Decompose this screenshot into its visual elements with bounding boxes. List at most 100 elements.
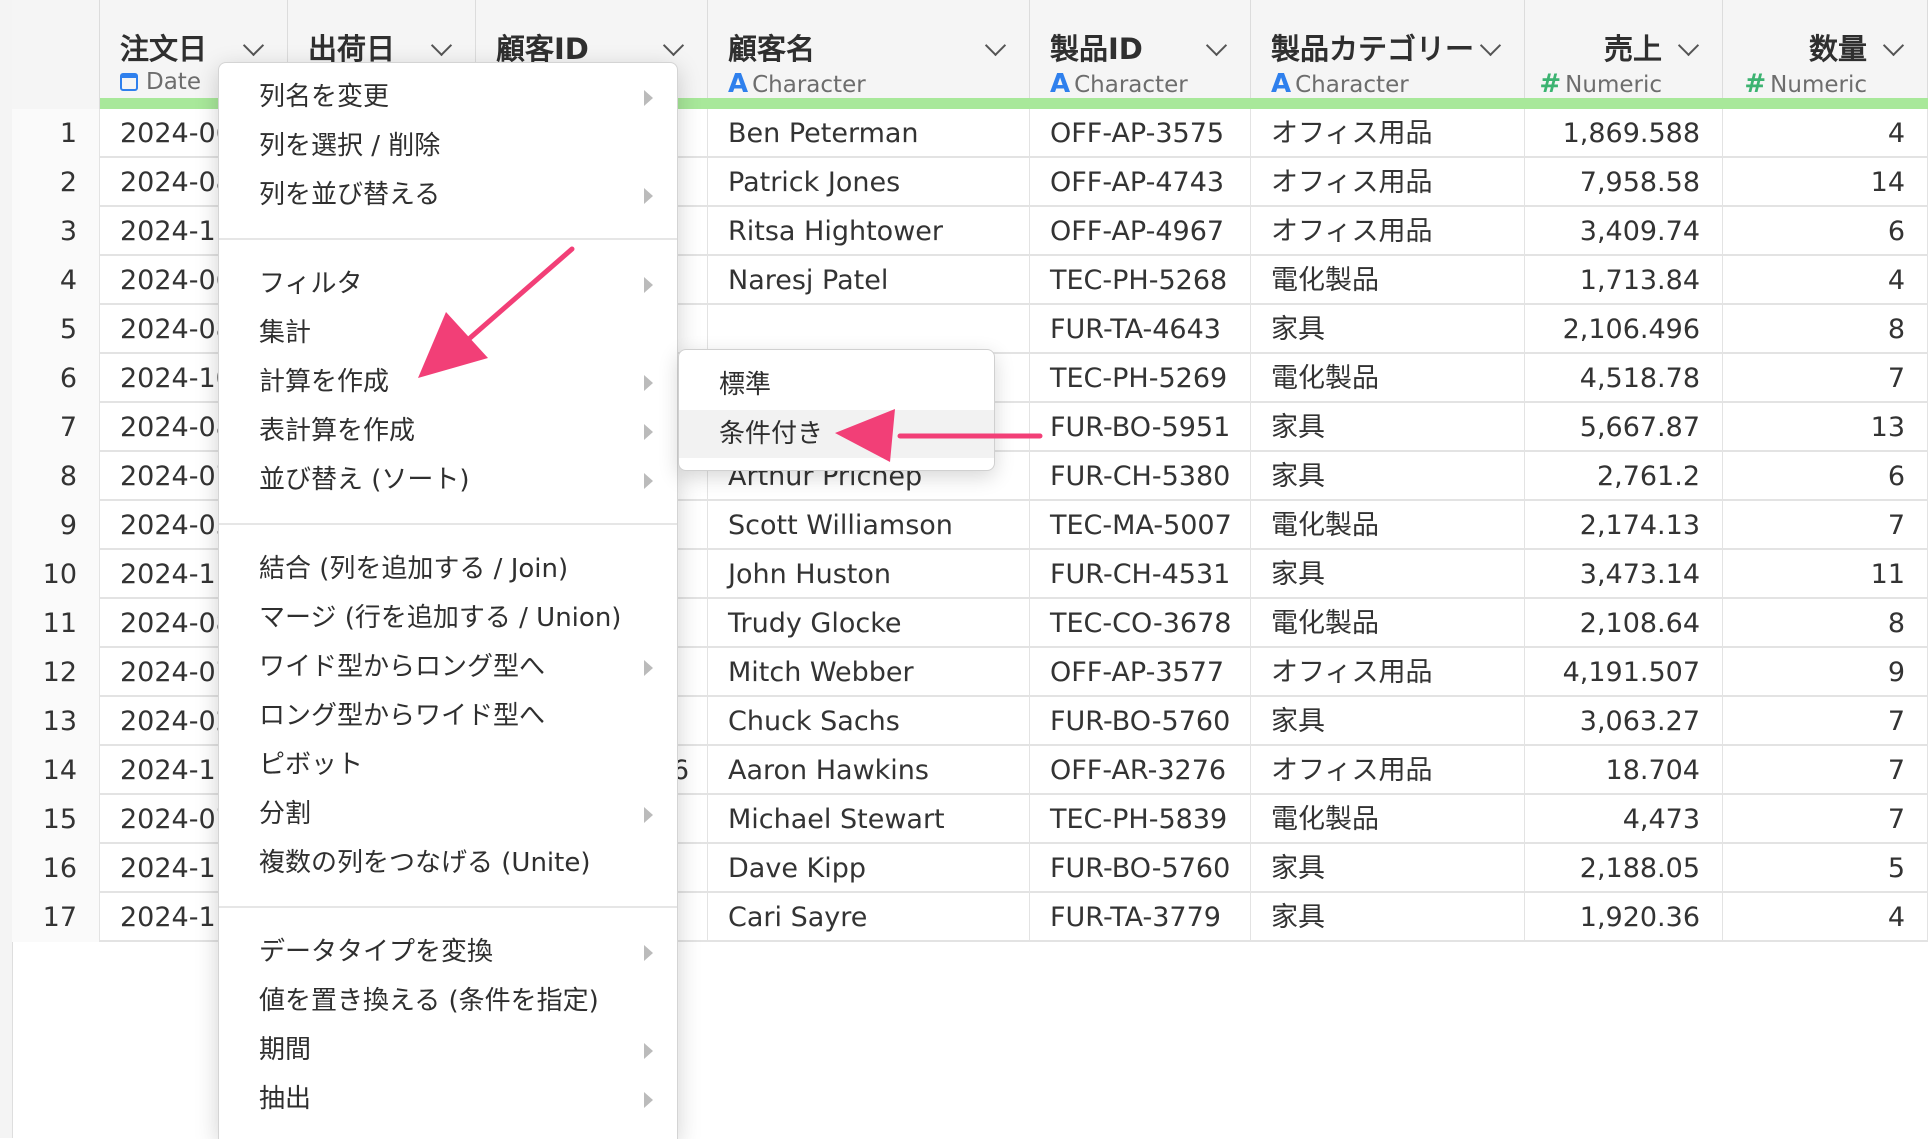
- table-cell[interactable]: OFF-AP-3577: [1030, 648, 1251, 697]
- column-header[interactable]: 製品ID A Character: [1030, 0, 1251, 99]
- menu-item[interactable]: 列名を変更: [219, 73, 677, 121]
- table-cell[interactable]: 7: [1723, 697, 1928, 746]
- table-cell[interactable]: 7: [1723, 501, 1928, 550]
- table-cell[interactable]: 家具: [1251, 403, 1525, 452]
- table-cell[interactable]: 家具: [1251, 550, 1525, 599]
- table-cell[interactable]: 1,869.588: [1525, 109, 1723, 158]
- table-cell[interactable]: FUR-TA-3779: [1030, 893, 1251, 942]
- table-cell[interactable]: Michael Stewart: [708, 795, 1030, 844]
- menu-item[interactable]: 値を置き換える (条件を指定): [219, 977, 677, 1025]
- submenu-item[interactable]: 条件付き: [679, 410, 994, 458]
- menu-item[interactable]: 並び替え (ソート): [219, 456, 677, 504]
- table-cell[interactable]: 家具: [1251, 893, 1525, 942]
- table-cell[interactable]: 14: [1723, 158, 1928, 207]
- table-cell[interactable]: 11: [1723, 550, 1928, 599]
- table-cell[interactable]: 家具: [1251, 452, 1525, 501]
- table-cell[interactable]: TEC-CO-3678: [1030, 599, 1251, 648]
- table-cell[interactable]: TEC-PH-5839: [1030, 795, 1251, 844]
- table-cell[interactable]: TEC-MA-5007: [1030, 501, 1251, 550]
- table-cell[interactable]: OFF-AP-4743: [1030, 158, 1251, 207]
- table-cell[interactable]: 8: [1723, 305, 1928, 354]
- table-cell[interactable]: TEC-PH-5268: [1030, 256, 1251, 305]
- menu-item[interactable]: 期間: [219, 1026, 677, 1074]
- table-cell[interactable]: Scott Williamson: [708, 501, 1030, 550]
- table-cell[interactable]: John Huston: [708, 550, 1030, 599]
- chevron-down-icon[interactable]: [984, 34, 1007, 57]
- table-cell[interactable]: オフィス用品: [1251, 207, 1525, 256]
- table-cell[interactable]: 5: [1723, 844, 1928, 893]
- table-cell[interactable]: 3,409.74: [1525, 207, 1723, 256]
- table-cell[interactable]: 2,108.64: [1525, 599, 1723, 648]
- table-cell[interactable]: 7: [1723, 795, 1928, 844]
- menu-item[interactable]: マージ (行を追加する / Union): [219, 594, 677, 642]
- table-cell[interactable]: 7: [1723, 354, 1928, 403]
- table-cell[interactable]: 2,106.496: [1525, 305, 1723, 354]
- table-cell[interactable]: 4,191.507: [1525, 648, 1723, 697]
- table-cell[interactable]: 電化製品: [1251, 256, 1525, 305]
- table-cell[interactable]: 18.704: [1525, 746, 1723, 795]
- table-cell[interactable]: 電化製品: [1251, 501, 1525, 550]
- column-header[interactable]: 顧客名 A Character: [708, 0, 1030, 99]
- menu-item[interactable]: 表計算を作成: [219, 407, 677, 455]
- table-cell[interactable]: Ben Peterman: [708, 109, 1030, 158]
- menu-item[interactable]: 列を選択 / 削除: [219, 122, 677, 170]
- chevron-down-icon[interactable]: [242, 34, 265, 57]
- table-cell[interactable]: FUR-TA-4643: [1030, 305, 1251, 354]
- chevron-down-icon[interactable]: [1479, 34, 1502, 57]
- table-cell[interactable]: FUR-CH-4531: [1030, 550, 1251, 599]
- menu-item[interactable]: 結合 (列を追加する / Join): [219, 545, 677, 593]
- table-cell[interactable]: 電化製品: [1251, 599, 1525, 648]
- menu-item[interactable]: フィルタ: [219, 260, 677, 308]
- table-cell[interactable]: オフィス用品: [1251, 746, 1525, 795]
- table-cell[interactable]: Naresj Patel: [708, 256, 1030, 305]
- table-cell[interactable]: Aaron Hawkins: [708, 746, 1030, 795]
- table-cell[interactable]: [708, 305, 1030, 354]
- table-cell[interactable]: Dave Kipp: [708, 844, 1030, 893]
- table-cell[interactable]: 4: [1723, 256, 1928, 305]
- table-cell[interactable]: 6: [1723, 207, 1928, 256]
- menu-item[interactable]: 分割: [219, 790, 677, 838]
- table-cell[interactable]: 5,667.87: [1525, 403, 1723, 452]
- table-cell[interactable]: 4,518.78: [1525, 354, 1723, 403]
- table-cell[interactable]: Mitch Webber: [708, 648, 1030, 697]
- menu-item[interactable]: ロング型からワイド型へ: [219, 692, 677, 740]
- menu-item[interactable]: 列を並び替える: [219, 171, 677, 219]
- table-cell[interactable]: 1,920.36: [1525, 893, 1723, 942]
- table-cell[interactable]: オフィス用品: [1251, 648, 1525, 697]
- table-cell[interactable]: 4,473: [1525, 795, 1723, 844]
- table-cell[interactable]: 4: [1723, 893, 1928, 942]
- chevron-down-icon[interactable]: [430, 34, 453, 57]
- table-cell[interactable]: 2,188.05: [1525, 844, 1723, 893]
- chevron-down-icon[interactable]: [1205, 34, 1228, 57]
- table-cell[interactable]: Patrick Jones: [708, 158, 1030, 207]
- table-cell[interactable]: Ritsa Hightower: [708, 207, 1030, 256]
- column-header[interactable]: 売上 # Numeric: [1525, 0, 1723, 99]
- menu-item[interactable]: 集計: [219, 309, 677, 357]
- table-cell[interactable]: オフィス用品: [1251, 158, 1525, 207]
- table-cell[interactable]: FUR-BO-5951: [1030, 403, 1251, 452]
- table-cell[interactable]: 7: [1723, 746, 1928, 795]
- table-cell[interactable]: 9: [1723, 648, 1928, 697]
- column-header[interactable]: 数量 # Numeric: [1723, 0, 1928, 99]
- table-cell[interactable]: FUR-BO-5760: [1030, 697, 1251, 746]
- menu-item[interactable]: データタイプを変換: [219, 928, 677, 976]
- table-cell[interactable]: 13: [1723, 403, 1928, 452]
- table-cell[interactable]: 家具: [1251, 844, 1525, 893]
- table-cell[interactable]: OFF-AP-3575: [1030, 109, 1251, 158]
- table-cell[interactable]: 3,063.27: [1525, 697, 1723, 746]
- menu-item[interactable]: 抽出: [219, 1075, 677, 1123]
- table-cell[interactable]: 家具: [1251, 305, 1525, 354]
- chevron-down-icon[interactable]: [1882, 34, 1905, 57]
- column-header[interactable]: 製品カテゴリー A Character: [1251, 0, 1525, 99]
- table-cell[interactable]: 2,761.2: [1525, 452, 1723, 501]
- table-cell[interactable]: 8: [1723, 599, 1928, 648]
- chevron-down-icon[interactable]: [1677, 34, 1700, 57]
- table-cell[interactable]: FUR-BO-5760: [1030, 844, 1251, 893]
- table-cell[interactable]: FUR-CH-5380: [1030, 452, 1251, 501]
- table-cell[interactable]: 4: [1723, 109, 1928, 158]
- table-cell[interactable]: Trudy Glocke: [708, 599, 1030, 648]
- table-cell[interactable]: 2,174.13: [1525, 501, 1723, 550]
- submenu-item[interactable]: 標準: [679, 361, 994, 409]
- table-cell[interactable]: オフィス用品: [1251, 109, 1525, 158]
- table-cell[interactable]: 7,958.58: [1525, 158, 1723, 207]
